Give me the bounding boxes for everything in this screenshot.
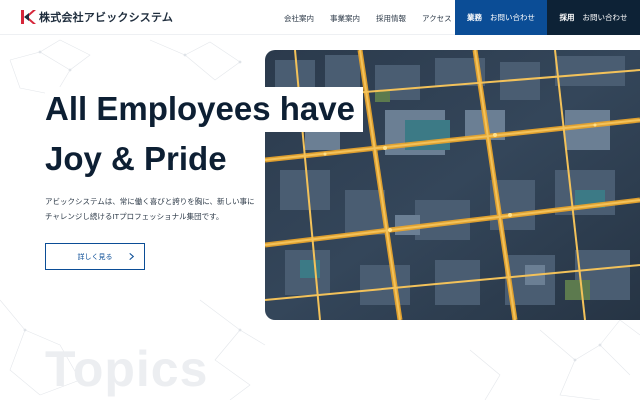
business-contact-button[interactable]: 業務 お問い合わせ xyxy=(455,0,547,35)
chevron-right-icon xyxy=(129,252,135,261)
hero-headline-line-1: All Employees have xyxy=(45,87,363,132)
hero-headline-line-2: Joy & Pride xyxy=(45,137,235,182)
business-contact-tag: 業務 xyxy=(467,13,482,22)
business-contact-label: お問い合わせ xyxy=(490,13,535,22)
learn-more-button[interactable]: 詳しく見る xyxy=(45,243,145,270)
nav-item-access[interactable]: アクセス xyxy=(422,13,452,24)
learn-more-label: 詳しく見る xyxy=(77,253,113,261)
main-nav: 会社案内 事業案内 採用情報 アクセス xyxy=(284,13,468,24)
recruit-contact-tag: 採用 xyxy=(559,13,575,22)
recruit-contact-label: お問い合わせ xyxy=(582,13,628,22)
logo-text: 株式会社アビックシステム xyxy=(39,12,174,24)
logo-mark-icon xyxy=(21,10,36,24)
hero-headline-text-1: All Employees have xyxy=(45,87,363,132)
logo[interactable]: 株式会社アビックシステム xyxy=(20,9,173,25)
topics-section-title: Topics xyxy=(45,341,209,397)
nav-item-company[interactable]: 会社案内 xyxy=(284,13,314,24)
nav-item-business[interactable]: 事業案内 xyxy=(330,13,360,24)
recruit-contact-button[interactable]: 採用 お問い合わせ xyxy=(547,0,640,35)
nav-item-recruit[interactable]: 採用情報 xyxy=(376,13,406,24)
site-header: 株式会社アビックシステム 会社案内 事業案内 採用情報 アクセス 業務 お問い合… xyxy=(0,0,640,35)
hero-description: アビックシステムは、常に働く喜びと誇りを胸に、新しい事にチャレンジし続けるITプ… xyxy=(45,197,255,221)
hero-headline-text-2: Joy & Pride xyxy=(45,137,235,182)
